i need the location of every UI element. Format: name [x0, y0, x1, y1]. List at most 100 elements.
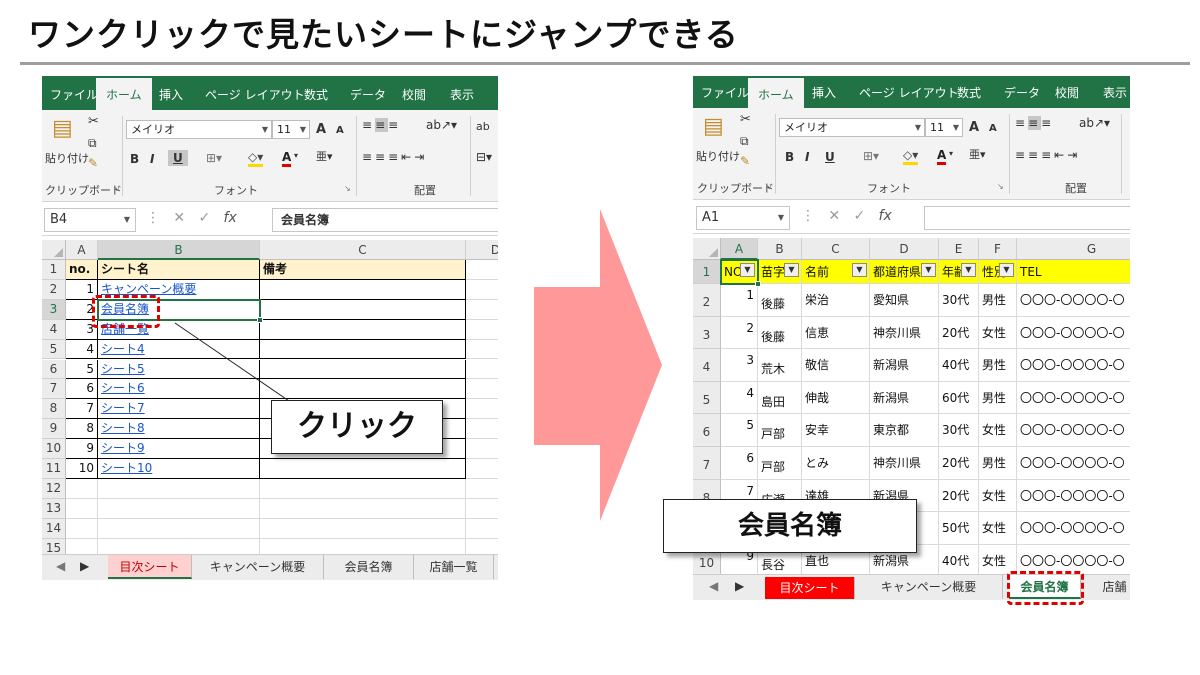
table-cell: 〇〇〇-〇〇〇〇-〇: [1017, 349, 1130, 382]
paste-icon[interactable]: ▤: [703, 114, 724, 139]
name-box-value: A1: [702, 210, 720, 225]
font-size-select[interactable]: 11 ▼: [925, 118, 963, 137]
header-label: TEL: [1020, 265, 1042, 279]
grow-font-icon[interactable]: A: [969, 120, 979, 135]
table-cell: 20代: [939, 447, 979, 480]
table-cell: 〇〇〇-〇〇〇〇-〇: [1017, 414, 1130, 447]
table-cell: 敬信: [802, 349, 870, 382]
table-cell: 〇〇〇-〇〇〇〇-〇: [1017, 512, 1130, 545]
copy-icon[interactable]: ⧉: [740, 134, 749, 149]
column-header-A[interactable]: A: [721, 238, 758, 260]
paste-label[interactable]: 貼り付け: [696, 148, 740, 164]
align-icon[interactable]: ≡≡≡⇤⇥: [1015, 148, 1080, 162]
tab-view[interactable]: 表示: [1103, 76, 1127, 110]
table-cell: 女性: [979, 316, 1017, 350]
corner-triangle-icon: [709, 248, 718, 257]
formula-bar: A1 ▼ ⋮ ✕ ✓ fx: [693, 200, 1130, 234]
filter-dropdown-icon[interactable]: ▼: [784, 263, 799, 277]
header-label: 苗字: [761, 265, 786, 279]
header-cell: TEL: [1017, 260, 1130, 284]
font-size-value: 11: [930, 121, 944, 134]
row-header-3[interactable]: 3: [693, 316, 721, 350]
table-cell: 伸哉: [802, 381, 870, 415]
tab-page-layout[interactable]: ページ レイアウト: [859, 76, 959, 110]
column-header-D[interactable]: D: [870, 238, 939, 260]
column-header-G[interactable]: G: [1017, 238, 1130, 260]
border-icon[interactable]: ⊞▾: [863, 149, 879, 163]
formula-input[interactable]: [924, 206, 1130, 230]
table-cell: 女性: [979, 512, 1017, 545]
row-header-2[interactable]: 2: [693, 284, 721, 317]
filter-dropdown-icon[interactable]: ▼: [961, 263, 976, 277]
underline-button[interactable]: U: [825, 150, 835, 164]
row-header-5[interactable]: 5: [693, 381, 721, 415]
scroll-left-icon[interactable]: ◀: [709, 579, 718, 593]
ribbon-tab-bar: ファイル ホーム 挿入 ページ レイアウト 数式 データ 校閲 表示: [693, 76, 1130, 110]
sheet-tab-stores[interactable]: 店舗: [1095, 575, 1130, 599]
tab-insert[interactable]: 挿入: [812, 76, 836, 110]
table-cell: 男性: [979, 447, 1017, 480]
insert-function-icon[interactable]: fx: [879, 208, 892, 224]
bold-button[interactable]: B: [785, 150, 794, 164]
font-color-icon[interactable]: A: [937, 148, 947, 165]
row-header-4[interactable]: 4: [693, 349, 721, 382]
italic-button[interactable]: I: [805, 150, 809, 164]
column-header-B[interactable]: B: [758, 238, 802, 260]
sheet-tab-index[interactable]: 目次シート: [765, 577, 855, 599]
table-cell: 20代: [939, 316, 979, 350]
table-cell: 荒木: [758, 349, 802, 382]
filter-dropdown-icon[interactable]: ▼: [921, 263, 936, 277]
tab-formulas[interactable]: 数式: [957, 76, 981, 110]
table-cell: 信恵: [802, 316, 870, 350]
column-header-F[interactable]: F: [979, 238, 1017, 260]
chevron-down-icon[interactable]: ▾: [949, 149, 953, 158]
tab-file[interactable]: ファイル: [701, 76, 749, 110]
table-row-number: 5: [721, 414, 758, 447]
fill-color-icon[interactable]: ◇▾: [903, 148, 919, 165]
dialog-launcher-icon[interactable]: ↘: [765, 182, 772, 191]
row-header-7[interactable]: 7: [693, 447, 721, 480]
table-cell: 栄治: [802, 284, 870, 317]
table-cell: 30代: [939, 284, 979, 317]
row-header-1[interactable]: 1: [693, 260, 721, 284]
sheet-name-callout: 会員名簿: [663, 499, 917, 553]
highlight-link-members: [92, 295, 160, 328]
ribbon-home: ▤ 貼り付け ✂ ⧉ ✎ クリップボード ↘ メイリオ ▼ 11 ▼ A A B I…: [693, 108, 1130, 200]
phonetic-icon[interactable]: 亜▾: [969, 146, 986, 162]
orientation-icon[interactable]: ab↗▾: [1079, 116, 1110, 130]
shrink-font-icon[interactable]: A: [989, 123, 997, 134]
select-all-corner[interactable]: [693, 238, 721, 260]
column-header-C[interactable]: C: [802, 238, 870, 260]
fill-handle[interactable]: [755, 281, 761, 287]
align-group-label: 配置: [1065, 182, 1087, 195]
scroll-right-icon[interactable]: ▶: [735, 579, 744, 593]
filter-dropdown-icon[interactable]: ▼: [999, 263, 1014, 277]
table-cell: 後藤: [758, 316, 802, 350]
row-header-6[interactable]: 6: [693, 414, 721, 447]
vertical-align-icon[interactable]: ≡≡≡: [1015, 116, 1054, 130]
highlight-members-tab: [1007, 571, 1084, 605]
cancel-icon[interactable]: ✕: [828, 208, 840, 224]
tab-data[interactable]: データ: [1004, 76, 1040, 110]
font-name-select[interactable]: メイリオ ▼: [779, 118, 925, 137]
tab-home[interactable]: ホーム: [748, 76, 804, 110]
arrow-right-icon: [534, 209, 662, 521]
table-cell: 40代: [939, 349, 979, 382]
column-header-E[interactable]: E: [939, 238, 979, 260]
sheet-tab-campaign[interactable]: キャンペーン概要: [855, 575, 1003, 599]
header-label: 都道府県: [873, 265, 922, 279]
dialog-launcher-icon[interactable]: ↘: [997, 182, 1004, 191]
chevron-down-icon: ▼: [914, 123, 921, 132]
format-painter-icon[interactable]: ✎: [740, 154, 750, 168]
table-cell: とみ: [802, 447, 870, 480]
font-name-value: メイリオ: [784, 121, 828, 134]
filter-dropdown-icon[interactable]: ▼: [852, 263, 867, 277]
table-cell: 男性: [979, 349, 1017, 382]
table-cell: 戸部: [758, 414, 802, 447]
cut-icon[interactable]: ✂: [740, 112, 751, 127]
table-cell: 女性: [979, 414, 1017, 447]
enter-icon[interactable]: ✓: [853, 208, 865, 224]
table-cell: 安幸: [802, 414, 870, 447]
name-box[interactable]: A1 ▼: [696, 206, 790, 230]
tab-review[interactable]: 校閲: [1055, 76, 1079, 110]
